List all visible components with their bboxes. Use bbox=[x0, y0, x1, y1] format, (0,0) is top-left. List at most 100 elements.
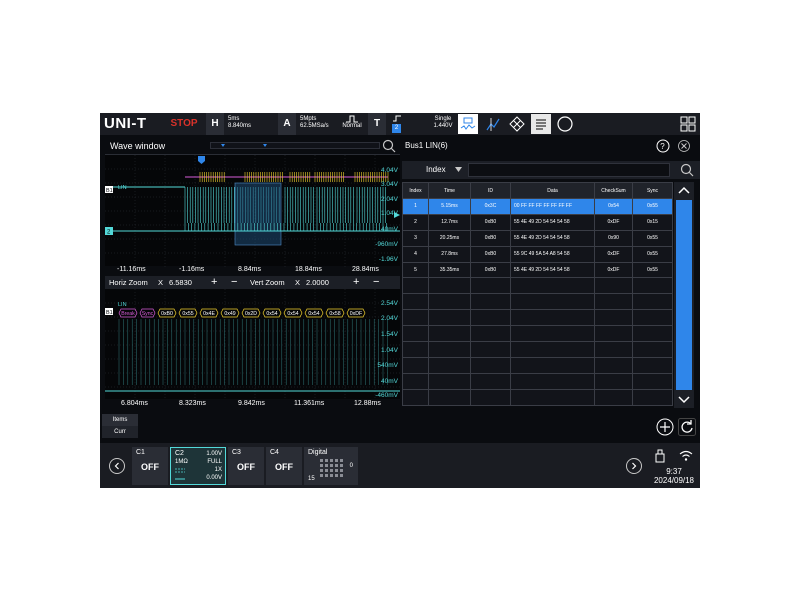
column-header-data[interactable]: Data bbox=[510, 182, 595, 199]
refresh-icon[interactable] bbox=[678, 418, 696, 436]
empty-cell bbox=[594, 341, 633, 358]
column-header-index[interactable]: Index bbox=[402, 182, 429, 199]
horizontal-menu-button[interactable]: H bbox=[206, 113, 224, 135]
cell-index: 5 bbox=[402, 261, 429, 279]
column-header-sync[interactable]: Sync bbox=[632, 182, 673, 199]
measure-items-tab[interactable]: Items bbox=[102, 414, 138, 426]
empty-cell bbox=[470, 388, 511, 406]
search-icon[interactable] bbox=[382, 139, 396, 153]
cell-data: 55 9C 49 5A 54 A8 54 58 bbox=[510, 245, 595, 263]
diamond-grid-icon bbox=[509, 116, 525, 132]
chevron-up-icon[interactable] bbox=[674, 184, 694, 198]
vert-zoom-value[interactable]: 2.0000 bbox=[306, 276, 329, 289]
horiz-zoom-value[interactable]: 6.5830 bbox=[169, 276, 192, 289]
scrollbar-thumb[interactable] bbox=[676, 200, 692, 390]
empty-cell bbox=[428, 293, 471, 311]
chevron-down-icon[interactable] bbox=[674, 392, 694, 406]
clock: 9:37 2024/09/18 bbox=[650, 467, 698, 485]
cell-id: 0xB0 bbox=[470, 213, 511, 231]
zoomed-waveform-view[interactable]: Break Sync 0xB0 0x55 0x4E 0x49 0x2D 0x54 0x54 0x5… bbox=[105, 289, 400, 399]
trigger-position-marker[interactable] bbox=[198, 156, 205, 164]
zoom-time-tick: 12.88ms bbox=[354, 400, 381, 407]
column-header-time[interactable]: Time bbox=[428, 182, 471, 199]
decode-frame: 0x54 bbox=[283, 308, 303, 318]
decode-frame: 0x2D bbox=[241, 308, 261, 318]
empty-cell bbox=[428, 372, 471, 390]
run-stop-status[interactable]: STOP bbox=[164, 113, 204, 135]
vert-zoom-minus-button[interactable]: − bbox=[373, 276, 379, 289]
cursor-button[interactable] bbox=[483, 114, 503, 134]
decode-frame-label: 0xDF bbox=[350, 311, 362, 317]
decode-frame-label: 0x54 bbox=[287, 311, 298, 317]
empty-cell bbox=[470, 356, 511, 374]
horiz-zoom-plus-button[interactable]: + bbox=[211, 276, 217, 289]
zoom-time-tick: 8.323ms bbox=[179, 400, 206, 407]
cell-id: 0xB0 bbox=[470, 229, 511, 247]
acquire-settings[interactable]: 5Mpts 62.5MSa/s bbox=[298, 113, 338, 135]
main-waveform-view[interactable]: B1 LIN 2 4.04V 3.04V 2.04V 1.04V 40mV -9… bbox=[105, 154, 400, 267]
empty-table-row bbox=[402, 309, 673, 327]
waveform-display-button[interactable] bbox=[458, 114, 478, 134]
help-icon[interactable]: ? bbox=[656, 139, 670, 153]
decode-frame-label: Sync bbox=[142, 311, 154, 317]
table-row[interactable]: 3 20.25ms 0xB0 55 4E 49 2D 54 54 54 58 0… bbox=[402, 229, 673, 247]
channel-c1-button[interactable]: C1 OFF bbox=[132, 447, 168, 485]
upper-volt-label: 3.04V bbox=[381, 181, 399, 188]
lower-volt-label: 2.04V bbox=[381, 315, 399, 322]
empty-cell bbox=[470, 277, 511, 295]
column-header-checksum[interactable]: CheckSum bbox=[594, 182, 633, 199]
horiz-zoom-minus-button[interactable]: − bbox=[231, 276, 237, 289]
channel-c2-button[interactable]: C2 1.00V 1MΩ FULL 1X 0.00V bbox=[170, 447, 226, 485]
table-scrollbar[interactable] bbox=[674, 182, 694, 408]
channel-c3-button[interactable]: C3 OFF bbox=[228, 447, 264, 485]
cell-checksum: 0x54 bbox=[594, 198, 633, 215]
empty-cell bbox=[428, 388, 471, 406]
table-row[interactable]: 5 35.35ms 0xB0 55 4E 49 2D 54 54 54 58 0… bbox=[402, 261, 673, 279]
channel-c4-state: OFF bbox=[275, 462, 293, 472]
digital-top-bit: 0 bbox=[349, 463, 353, 469]
acquire-mode[interactable]: Normal bbox=[338, 113, 366, 135]
channel-bar-next-button[interactable] bbox=[626, 458, 642, 474]
column-header-id[interactable]: ID bbox=[470, 182, 511, 199]
measure-current-tab[interactable]: Curr bbox=[102, 426, 138, 438]
wave-window-title: Wave window bbox=[110, 141, 166, 151]
waveform-overview-bar[interactable] bbox=[210, 142, 380, 149]
cell-sync: 0x55 bbox=[632, 229, 673, 247]
channel-c4-name: C4 bbox=[270, 449, 279, 456]
horizontal-settings[interactable]: 5ms 8.840ms bbox=[226, 113, 276, 135]
search-input[interactable] bbox=[468, 163, 670, 177]
channel-c4-button[interactable]: C4 OFF bbox=[266, 447, 302, 485]
record-button[interactable] bbox=[555, 114, 575, 134]
empty-cell bbox=[428, 277, 471, 295]
layout-button[interactable] bbox=[678, 114, 698, 134]
table-row[interactable]: 4 27.8ms 0xB0 55 9C 49 5A 54 A8 54 58 0x… bbox=[402, 245, 673, 263]
zoom-window-region[interactable] bbox=[234, 182, 282, 246]
digital-channels-button[interactable]: Digital 0 15 bbox=[304, 447, 358, 485]
search-field-select[interactable]: Index bbox=[412, 163, 462, 177]
table-row[interactable]: 1 5.15ms 0x3C 00 FF FF FF FF FF FF FF 0x… bbox=[402, 198, 673, 215]
channel-bar-prev-button[interactable] bbox=[109, 458, 125, 474]
decode-frame-label: 0x4E bbox=[203, 311, 215, 317]
table-row[interactable]: 2 12.7ms 0xB0 55 4E 49 2D 54 54 54 58 0x… bbox=[402, 213, 673, 231]
waveform-icon bbox=[460, 117, 476, 130]
measure-list-button[interactable] bbox=[531, 114, 551, 134]
horizontal-position: 8.840ms bbox=[228, 123, 252, 129]
decode-frame: Sync bbox=[139, 308, 156, 318]
trigger-settings[interactable]: Single 1.440V bbox=[422, 113, 462, 135]
trigger-menu-button[interactable]: T bbox=[368, 113, 386, 135]
empty-cell bbox=[510, 341, 595, 358]
add-icon[interactable] bbox=[656, 418, 674, 436]
acquire-menu-button[interactable]: A bbox=[278, 113, 296, 135]
math-button[interactable] bbox=[507, 114, 527, 134]
empty-cell bbox=[428, 325, 471, 343]
close-icon[interactable] bbox=[678, 140, 690, 152]
search-icon[interactable] bbox=[680, 163, 694, 177]
empty-cell bbox=[632, 372, 673, 390]
decode-frame-label: 0x55 bbox=[182, 311, 193, 317]
vert-zoom-plus-button[interactable]: + bbox=[353, 276, 359, 289]
decode-frame-label: 0xB0 bbox=[161, 311, 173, 317]
bus-event-title: Bus1 LIN(6) bbox=[405, 141, 448, 150]
table-header-row: Index Time ID Data CheckSum Sync bbox=[402, 182, 673, 199]
chevron-right-icon bbox=[632, 462, 637, 470]
trigger-source[interactable]: 2 bbox=[388, 113, 406, 135]
